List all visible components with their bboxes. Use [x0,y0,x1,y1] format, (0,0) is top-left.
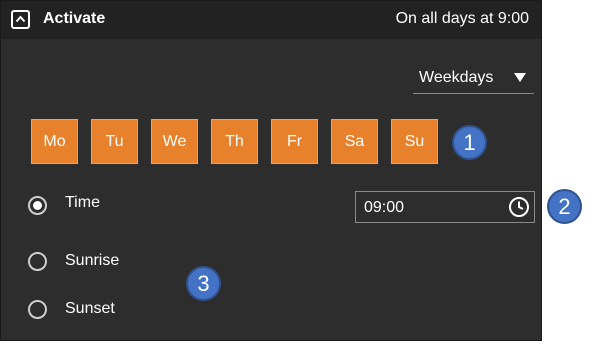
callout-badge-2: 2 [547,189,582,224]
day-mode-value: Weekdays [419,69,494,86]
radio-time-label: Time [65,194,100,211]
panel-header: Activate On all days at 9:00 [1,1,541,39]
radio-sunset-label: Sunset [65,300,115,317]
caret-down-icon [514,73,526,82]
day-mode-dropdown[interactable]: Weekdays [413,67,534,94]
radio-sunrise[interactable] [28,252,47,271]
day-button-mo[interactable]: Mo [31,119,78,164]
day-button-sa[interactable]: Sa [331,119,378,164]
time-input[interactable]: 09:00 [355,191,535,223]
day-button-we[interactable]: We [151,119,198,164]
chevron-up-icon[interactable] [11,10,30,29]
time-value: 09:00 [364,199,405,216]
day-button-su[interactable]: Su [391,119,438,164]
callout-badge-1: 1 [452,125,487,160]
day-button-th[interactable]: Th [211,119,258,164]
radio-time[interactable] [28,196,47,215]
callout-badge-3: 3 [186,266,221,301]
radio-sunset[interactable] [28,300,47,319]
radio-sunrise-label: Sunrise [65,252,120,269]
clock-icon[interactable] [508,196,530,218]
day-button-fr[interactable]: Fr [271,119,318,164]
activate-panel: Activate On all days at 9:00 Weekdays Mo… [0,0,542,341]
day-button-tu[interactable]: Tu [91,119,138,164]
schedule-summary: On all days at 9:00 [395,10,529,27]
panel-title: Activate [43,10,106,27]
